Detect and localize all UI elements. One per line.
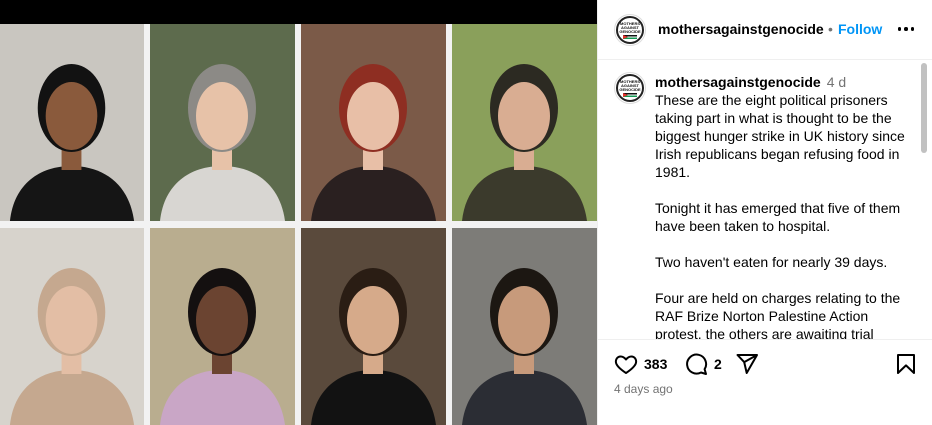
post-actions: 383 2 4 days ago (598, 339, 932, 425)
portrait-photo (452, 228, 597, 425)
photo-tile-2 (150, 24, 295, 221)
portrait-photo (301, 24, 446, 221)
photo-tile-3 (301, 24, 446, 221)
portrait-photo (0, 228, 144, 425)
like-count[interactable]: 383 (644, 356, 667, 372)
caption-paragraph: Two haven't eaten for nearly 39 days. (655, 254, 888, 270)
avatar-logo: MOTHERS AGAINST GENOCIDE (616, 16, 644, 44)
face-shape (347, 82, 399, 150)
separator-dot: • (828, 21, 833, 37)
caption-paragraph: These are the eight political prisoners … (655, 92, 905, 180)
avatar-logo: MOTHERS AGAINST GENOCIDE (616, 74, 644, 102)
face-shape (196, 286, 248, 354)
portrait-photo (452, 24, 597, 221)
more-options-icon[interactable] (894, 17, 918, 41)
photo-tile-1 (0, 24, 144, 221)
photo-tile-4 (452, 24, 597, 221)
bookmark-icon[interactable] (894, 352, 918, 376)
scrollbar-thumb[interactable] (921, 63, 927, 153)
post-media[interactable] (0, 0, 597, 425)
photo-tile-7 (301, 228, 446, 425)
media-top-bar (0, 0, 597, 24)
caption-scroll-area[interactable]: MOTHERS AGAINST GENOCIDE mothersagainstg… (598, 61, 932, 339)
follow-button[interactable]: Follow (838, 21, 882, 37)
caption-text: mothersagainstgenocide 4 d These are the … (655, 73, 915, 339)
caption-paragraph: Tonight it has emerged that five of them… (655, 200, 901, 234)
comment-icon[interactable] (684, 352, 708, 376)
caption-username[interactable]: mothersagainstgenocide (655, 74, 821, 90)
share-icon[interactable] (735, 352, 759, 376)
face-shape (196, 82, 248, 150)
caption-scrollbar[interactable] (920, 61, 928, 339)
comment-count[interactable]: 2 (714, 356, 722, 372)
portrait-photo (0, 24, 144, 221)
palestine-flag-icon (623, 34, 637, 39)
photo-tile-5 (0, 228, 144, 425)
post-side-panel: MOTHERS AGAINST GENOCIDE mothersagainstg… (597, 0, 932, 425)
face-shape (498, 82, 550, 150)
post-header: MOTHERS AGAINST GENOCIDE mothersagainstg… (598, 0, 932, 60)
palestine-flag-icon (623, 92, 637, 97)
face-shape (45, 82, 98, 150)
face-shape (347, 286, 399, 354)
caption-avatar[interactable]: MOTHERS AGAINST GENOCIDE (614, 72, 646, 104)
face-shape (45, 286, 98, 354)
portrait-photo (150, 24, 295, 221)
portrait-photo (150, 228, 295, 425)
heart-icon[interactable] (614, 352, 638, 376)
photo-tile-6 (150, 228, 295, 425)
photo-tile-8 (452, 228, 597, 425)
caption-time: 4 d (826, 74, 847, 90)
post-timestamp[interactable]: 4 days ago (614, 382, 673, 396)
caption-paragraph: Four are held on charges relating to the… (655, 290, 901, 339)
face-shape (498, 286, 550, 354)
portrait-photo (301, 228, 446, 425)
author-username[interactable]: mothersagainstgenocide (658, 21, 824, 37)
author-avatar[interactable]: MOTHERS AGAINST GENOCIDE (614, 14, 646, 46)
